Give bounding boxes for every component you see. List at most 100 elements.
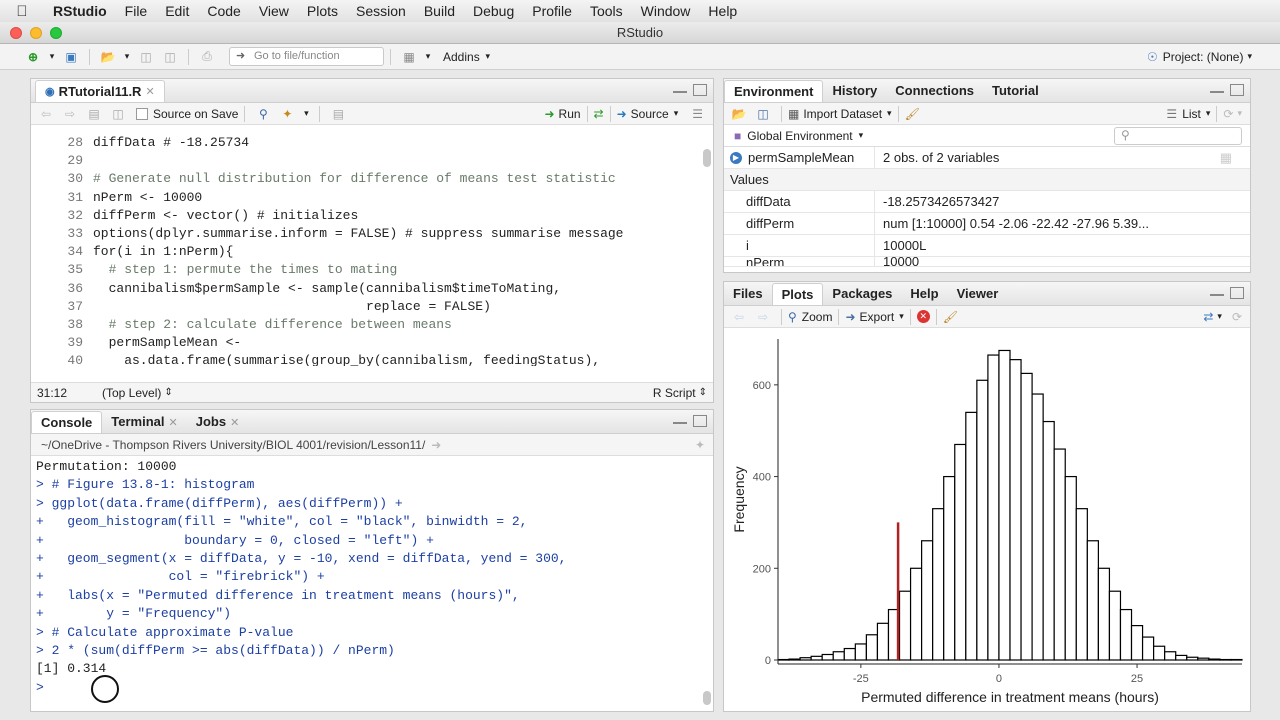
- print-icon[interactable]: ⎙: [198, 49, 216, 65]
- new-file-icon[interactable]: ⊕: [24, 49, 42, 65]
- menu-file[interactable]: File: [116, 3, 157, 19]
- scope-selector[interactable]: (Top Level): [102, 386, 161, 400]
- menu-code[interactable]: Code: [198, 3, 249, 19]
- save-icon[interactable]: ◫: [109, 106, 127, 122]
- tab-packages[interactable]: Packages: [823, 283, 901, 305]
- menu-session[interactable]: Session: [347, 3, 415, 19]
- menu-app[interactable]: RStudio: [44, 3, 116, 19]
- go-to-file-input[interactable]: ➜ Go to file/function: [229, 47, 384, 66]
- menu-window[interactable]: Window: [632, 3, 700, 19]
- broom-icon[interactable]: 🖌: [943, 310, 958, 324]
- code-area[interactable]: diffData <- ... 28 diffData # -18.25734 29…: [31, 126, 699, 366]
- forward-arrow-icon[interactable]: ⇨: [61, 106, 79, 122]
- tab-tutorial[interactable]: Tutorial: [983, 80, 1048, 102]
- close-tab-icon[interactable]: ✕: [230, 417, 239, 429]
- expand-icon[interactable]: ▶: [730, 151, 742, 164]
- addins-menu[interactable]: Addins: [443, 50, 480, 64]
- maximize-pane-icon[interactable]: [693, 84, 707, 96]
- export-button[interactable]: ➜ Export ▾: [845, 310, 903, 324]
- save-workspace-icon[interactable]: ◫: [754, 106, 772, 122]
- search-icon[interactable]: ⚲: [254, 106, 272, 122]
- remove-plot-icon[interactable]: ✕: [916, 310, 930, 323]
- pane-layout-icon[interactable]: ▦: [400, 49, 418, 65]
- view-mode-selector[interactable]: ☰ List ▾: [1166, 107, 1210, 121]
- close-tab-icon[interactable]: ✕: [169, 417, 178, 429]
- tab-environment[interactable]: Environment: [724, 80, 824, 102]
- value-row[interactable]: nPerm 10000: [724, 257, 1250, 267]
- menu-view[interactable]: View: [250, 3, 298, 19]
- open-file-icon[interactable]: 📂: [99, 49, 117, 65]
- tab-rtutorial11[interactable]: ◉ RTutorial11.R ✕: [35, 80, 165, 102]
- close-window-button[interactable]: [10, 27, 22, 39]
- tab-plots[interactable]: Plots: [771, 283, 824, 305]
- maximize-pane-icon[interactable]: [693, 415, 707, 427]
- zoom-window-button[interactable]: [50, 27, 62, 39]
- tab-viewer[interactable]: Viewer: [948, 283, 1008, 305]
- environment-scope[interactable]: Global Environment: [747, 129, 852, 143]
- publish-icon[interactable]: ⇄: [1203, 310, 1213, 324]
- minimize-pane-icon[interactable]: [1210, 84, 1224, 93]
- tab-terminal[interactable]: Terminal ✕: [102, 411, 186, 433]
- view-table-icon[interactable]: ▦: [1220, 150, 1232, 166]
- chevron-down-icon[interactable]: ▾: [302, 106, 310, 122]
- menu-debug[interactable]: Debug: [464, 3, 523, 19]
- menu-build[interactable]: Build: [415, 3, 464, 19]
- chevron-down-icon[interactable]: ▾: [424, 49, 432, 65]
- rerun-icon[interactable]: ⇄: [594, 107, 604, 121]
- project-menu[interactable]: ☉ Project: (None) ▾: [1147, 50, 1252, 64]
- outline-icon[interactable]: ☰: [692, 107, 703, 121]
- broom-icon[interactable]: 🖌: [905, 107, 920, 121]
- chevron-down-icon[interactable]: ▾: [123, 49, 131, 65]
- tab-connections[interactable]: Connections: [886, 80, 983, 102]
- minimize-pane-icon[interactable]: [673, 415, 687, 424]
- tab-help[interactable]: Help: [901, 283, 947, 305]
- chevron-down-icon[interactable]: ▾: [483, 49, 493, 65]
- minimize-window-button[interactable]: [30, 27, 42, 39]
- minimize-pane-icon[interactable]: [673, 84, 687, 93]
- console-scrollbar[interactable]: [703, 691, 711, 705]
- chevron-down-icon[interactable]: ▾: [859, 130, 864, 141]
- menu-plots[interactable]: Plots: [298, 3, 347, 19]
- chevron-down-icon[interactable]: ▾: [48, 49, 56, 65]
- menu-edit[interactable]: Edit: [156, 3, 198, 19]
- apple-icon[interactable]: : [0, 3, 44, 20]
- import-dataset-button[interactable]: ▦ Import Dataset ▾: [788, 107, 892, 121]
- source-button[interactable]: ➜ Source ▾: [617, 107, 679, 121]
- tab-history[interactable]: History: [823, 80, 886, 102]
- menu-help[interactable]: Help: [699, 3, 746, 19]
- refresh-icon[interactable]: ⟳: [1232, 310, 1242, 324]
- console-output[interactable]: Permutation: 10000 > # Figure 13.8-1: his…: [31, 458, 701, 711]
- compile-report-icon[interactable]: ▤: [329, 106, 347, 122]
- tab-console[interactable]: Console: [31, 411, 103, 433]
- save-all-icon[interactable]: ◫: [161, 49, 179, 65]
- value-row[interactable]: i 10000L: [724, 234, 1250, 257]
- magic-wand-icon[interactable]: ✦: [278, 106, 296, 122]
- save-icon[interactable]: ◫: [137, 49, 155, 65]
- next-plot-icon[interactable]: ⇨: [754, 309, 772, 325]
- maximize-pane-icon[interactable]: [1230, 84, 1244, 96]
- environment-search-input[interactable]: ⚲: [1114, 126, 1242, 145]
- value-row[interactable]: diffPerm num [1:10000] 0.54 -2.06 -22.42 …: [724, 212, 1250, 235]
- close-tab-icon[interactable]: ✕: [145, 81, 154, 103]
- load-workspace-icon[interactable]: 📂: [730, 106, 748, 122]
- chevron-down-icon[interactable]: ▾: [1237, 108, 1242, 119]
- menu-tools[interactable]: Tools: [581, 3, 632, 19]
- run-button[interactable]: ➜ Run: [544, 107, 580, 121]
- minimize-pane-icon[interactable]: [1210, 287, 1224, 296]
- chevron-down-icon[interactable]: ▾: [1217, 311, 1222, 322]
- menu-profile[interactable]: Profile: [523, 3, 581, 19]
- clear-console-icon[interactable]: ✦: [695, 438, 705, 452]
- maximize-pane-icon[interactable]: [1230, 287, 1244, 299]
- source-on-save-checkbox[interactable]: [136, 107, 148, 120]
- go-to-directory-icon[interactable]: ➜: [431, 438, 441, 452]
- zoom-button[interactable]: ⚲ Zoom: [788, 310, 832, 324]
- new-project-icon[interactable]: ▣: [62, 49, 80, 65]
- editor-scrollbar[interactable]: [703, 149, 711, 167]
- tab-jobs[interactable]: Jobs ✕: [187, 411, 249, 433]
- data-row-permsamplemean[interactable]: ▶ permSampleMean 2 obs. of 2 variables ▦: [724, 146, 1250, 169]
- previous-plot-icon[interactable]: ⇦: [730, 309, 748, 325]
- back-arrow-icon[interactable]: ⇦: [37, 106, 55, 122]
- value-row[interactable]: diffData -18.2573426573427: [724, 190, 1250, 213]
- tab-files[interactable]: Files: [724, 283, 772, 305]
- file-type-selector[interactable]: R Script: [653, 386, 696, 400]
